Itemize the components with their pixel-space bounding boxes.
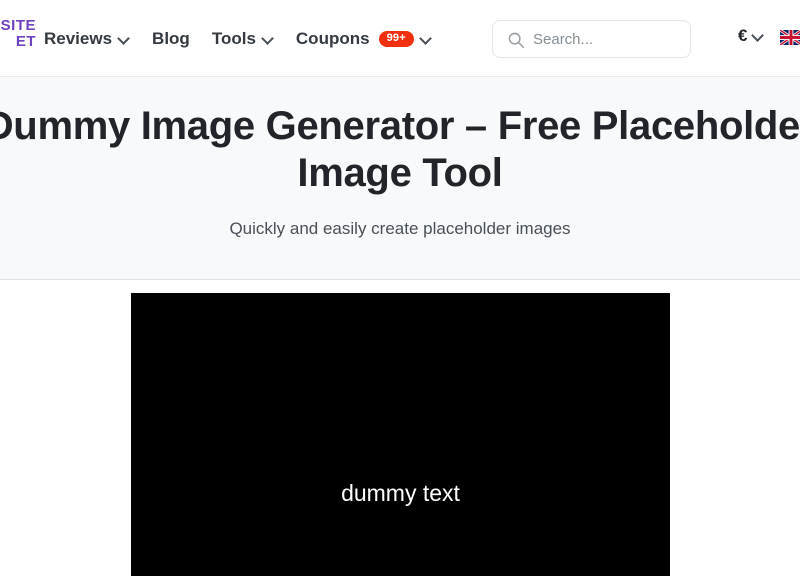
nav-item-label: Coupons: [295, 28, 370, 48]
nav-item-label: Reviews: [44, 28, 113, 48]
currency-symbol: €: [738, 26, 748, 45]
logo-line-2: ET: [15, 32, 36, 50]
hero-content: Dummy Image Generator – Free Placeholder…: [0, 103, 800, 239]
chevron-down-icon: [421, 33, 432, 44]
uk-flag-svg: [780, 30, 800, 45]
coupons-count-badge: 99+: [378, 30, 414, 47]
nav-item-coupons[interactable]: Coupons 99+: [285, 0, 443, 77]
search-icon: [508, 32, 524, 48]
page-title: Dummy Image Generator – Free Placeholder…: [0, 104, 800, 195]
uk-flag-icon[interactable]: [780, 30, 800, 45]
logo-line-1: SITE: [0, 17, 36, 34]
nav-item-blog[interactable]: Blog: [141, 0, 201, 77]
nav-menu: Reviews Blog Tools Coupons 99+: [44, 0, 443, 77]
chevron-down-icon: [263, 33, 274, 44]
hero-section: Dummy Image Generator – Free Placeholder…: [0, 77, 800, 280]
preview-area: dummy text: [0, 281, 800, 576]
page-subtitle: Quickly and easily create placeholder im…: [229, 218, 571, 238]
chevron-down-icon: [119, 33, 130, 44]
dummy-image-text: dummy text: [341, 480, 460, 506]
chevron-down-icon: [753, 30, 764, 41]
currency-selector[interactable]: €: [738, 27, 764, 44]
search-box[interactable]: [492, 20, 691, 58]
top-navigation-bar: SITE ET Reviews Blog Tools Coupons 99+ S…: [0, 0, 800, 77]
nav-item-tools[interactable]: Tools: [201, 0, 285, 77]
nav-item-label: Blog: [152, 28, 190, 48]
search-input[interactable]: [533, 30, 678, 48]
nav-item-label: Tools: [211, 28, 256, 48]
dummy-image-preview[interactable]: dummy text: [131, 293, 670, 576]
page-viewport: SITE ET Reviews Blog Tools Coupons 99+ S…: [0, 0, 800, 576]
nav-item-reviews[interactable]: Reviews: [44, 0, 141, 77]
site-logo[interactable]: SITE ET: [0, 18, 36, 50]
